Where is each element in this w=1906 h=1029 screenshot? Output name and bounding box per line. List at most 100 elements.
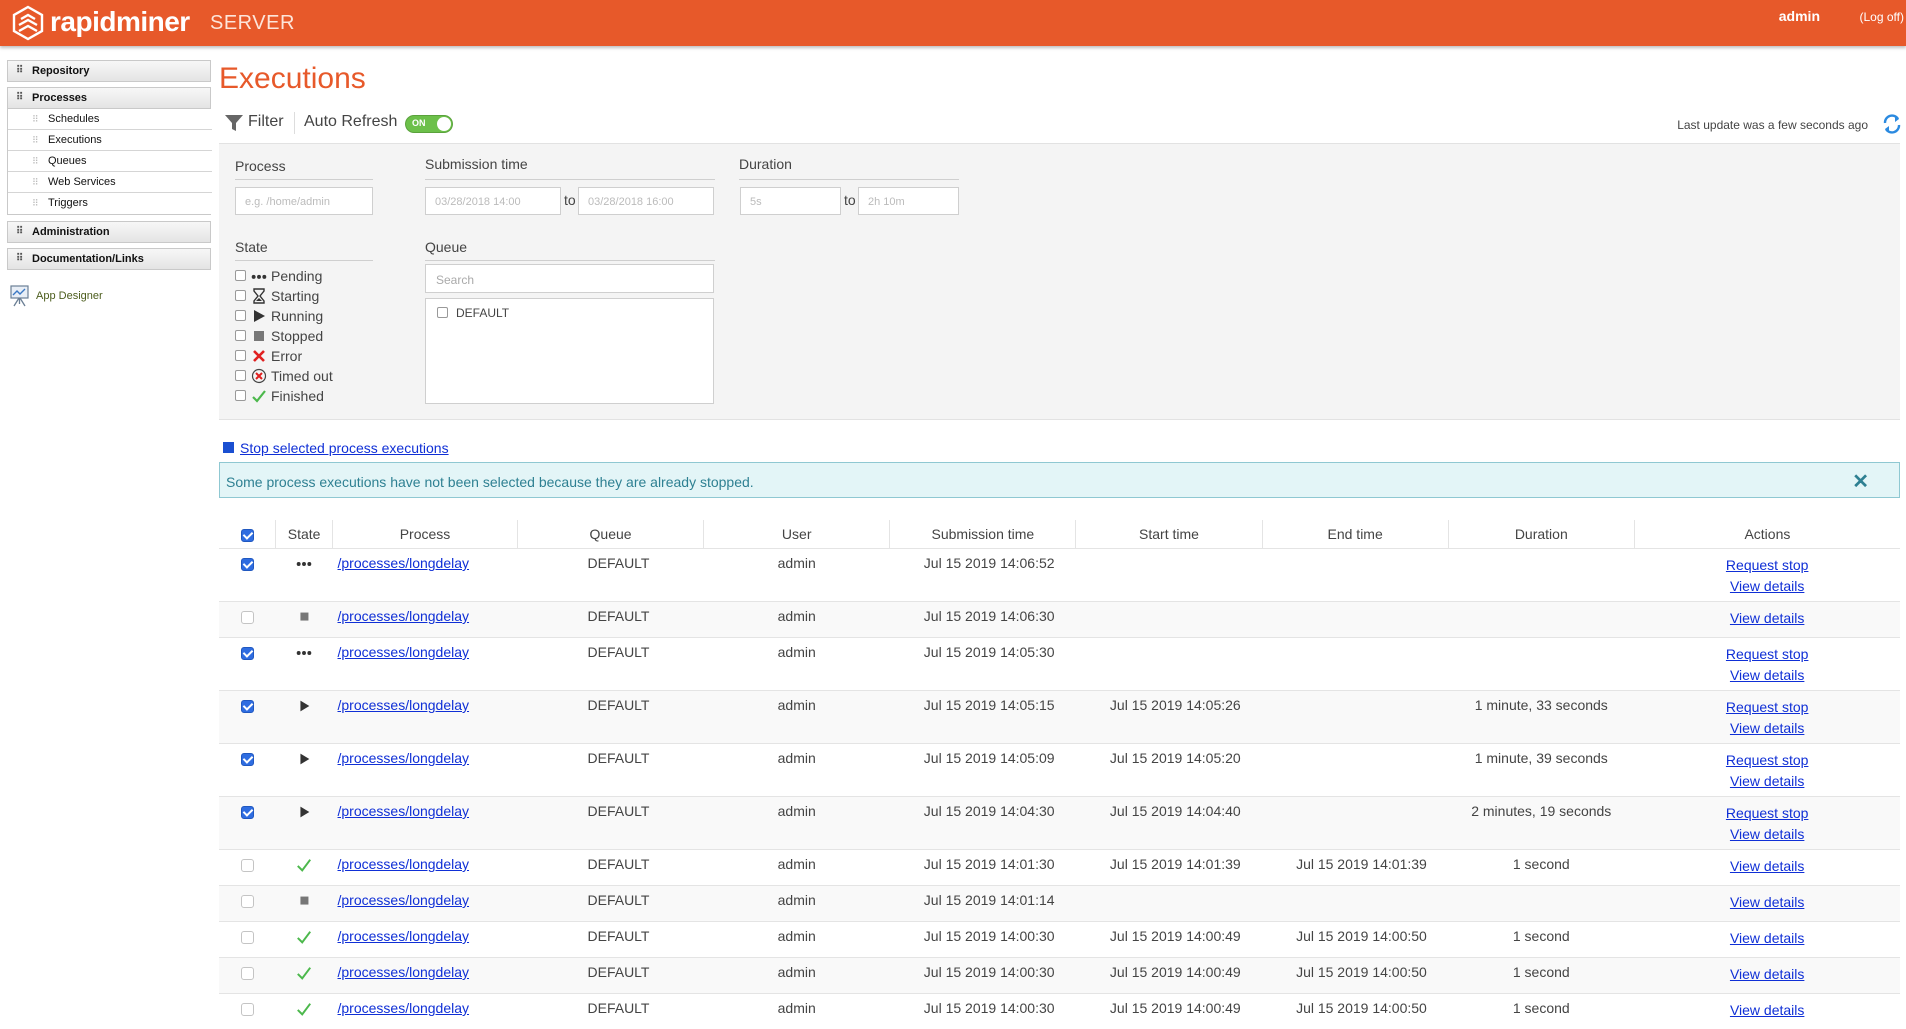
filter-toggle[interactable]: Filter <box>248 113 284 131</box>
state-checkbox[interactable] <box>235 350 246 361</box>
process-link[interactable]: /processes/longdelay <box>338 856 470 872</box>
row-checkbox[interactable] <box>241 647 254 660</box>
row-checkbox[interactable] <box>241 611 254 624</box>
table-row: /processes/longdelayDEFAULTadminJul 15 2… <box>219 691 1900 744</box>
process-link[interactable]: /processes/longdelay <box>338 964 470 980</box>
auto-refresh-toggle[interactable]: ON <box>405 115 453 133</box>
row-checkbox[interactable] <box>241 558 254 571</box>
sidebar-documentation[interactable]: ⠿ Documentation/Links <box>7 248 211 270</box>
submission-time-cell: Jul 15 2019 14:05:30 <box>890 638 1076 691</box>
process-link[interactable]: /processes/longdelay <box>338 1000 470 1016</box>
row-checkbox[interactable] <box>241 753 254 766</box>
view-details-link[interactable]: View details <box>1634 964 1900 985</box>
state-cell <box>276 744 333 797</box>
actions-cell: View details <box>1634 886 1900 922</box>
refresh-icon[interactable] <box>1881 113 1903 135</box>
request-stop-link[interactable]: Request stop <box>1634 803 1900 824</box>
state-option-timed-out[interactable]: Timed out <box>235 366 395 386</box>
process-link[interactable]: /processes/longdelay <box>338 644 470 660</box>
stop-selected-link[interactable]: Stop selected process executions <box>240 440 449 456</box>
view-details-link[interactable]: View details <box>1634 576 1900 597</box>
view-details-link[interactable]: View details <box>1634 608 1900 629</box>
state-option-error[interactable]: Error <box>235 346 395 366</box>
column-header-state[interactable]: State <box>276 520 333 549</box>
select-all-checkbox[interactable] <box>241 529 254 542</box>
rapidminer-logo-icon[interactable] <box>8 4 48 42</box>
process-cell: /processes/longdelay <box>333 691 518 744</box>
column-header-duration[interactable]: Duration <box>1448 520 1634 549</box>
submission-to-input[interactable]: 03/28/2018 16:00 <box>578 187 714 215</box>
sidebar-item-triggers[interactable]: ⠿Triggers <box>8 193 212 214</box>
state-checkbox[interactable] <box>235 370 246 381</box>
view-details-link[interactable]: View details <box>1634 928 1900 949</box>
duration-to-input[interactable]: 2h 10m <box>858 187 959 215</box>
sidebar-item-queues[interactable]: ⠿Queues <box>8 151 212 172</box>
state-checkbox[interactable] <box>235 310 246 321</box>
process-link[interactable]: /processes/longdelay <box>338 608 470 624</box>
row-checkbox[interactable] <box>241 859 254 872</box>
process-link[interactable]: /processes/longdelay <box>338 555 470 571</box>
sidebar-processes-label: Processes <box>32 92 87 104</box>
sidebar-processes[interactable]: ⠿ Processes <box>7 87 211 109</box>
sidebar-repository[interactable]: ⠿ Repository <box>7 60 211 82</box>
sidebar-item-schedules[interactable]: ⠿Schedules <box>8 109 212 130</box>
state-option-stopped[interactable]: Stopped <box>235 326 395 346</box>
state-option-finished[interactable]: Finished <box>235 386 395 406</box>
process-link[interactable]: /processes/longdelay <box>338 803 470 819</box>
process-filter-label: Process <box>235 158 286 174</box>
row-checkbox[interactable] <box>241 1003 254 1016</box>
process-filter-input[interactable]: e.g. /home/admin <box>235 187 373 215</box>
state-option-pending[interactable]: Pending <box>235 266 395 286</box>
column-header-submission-time[interactable]: Submission time <box>890 520 1076 549</box>
state-checkbox[interactable] <box>235 330 246 341</box>
column-header-start-time[interactable]: Start time <box>1076 520 1262 549</box>
view-details-link[interactable]: View details <box>1634 892 1900 913</box>
process-link[interactable]: /processes/longdelay <box>338 750 470 766</box>
column-header-queue[interactable]: Queue <box>518 520 704 549</box>
logoff-link[interactable]: (Log off) <box>1860 10 1904 24</box>
view-details-link[interactable]: View details <box>1634 1000 1900 1021</box>
process-link[interactable]: /processes/longdelay <box>338 892 470 908</box>
submission-from-input[interactable]: 03/28/2018 14:00 <box>425 187 561 215</box>
row-checkbox[interactable] <box>241 895 254 908</box>
play-icon <box>295 698 313 714</box>
request-stop-link[interactable]: Request stop <box>1634 750 1900 771</box>
process-link[interactable]: /processes/longdelay <box>338 928 470 944</box>
view-details-link[interactable]: View details <box>1634 718 1900 739</box>
start-time-cell <box>1076 549 1262 602</box>
app-designer-link[interactable]: App Designer <box>7 284 211 310</box>
state-checkbox[interactable] <box>235 290 246 301</box>
sidebar-administration[interactable]: ⠿ Administration <box>7 221 211 243</box>
filter-funnel-icon[interactable] <box>224 113 244 133</box>
row-checkbox[interactable] <box>241 967 254 980</box>
duration-from-input[interactable]: 5s <box>740 187 841 215</box>
column-header-user[interactable]: User <box>704 520 890 549</box>
brand-name[interactable]: rapidminer <box>50 6 190 38</box>
state-option-label: Stopped <box>271 328 323 344</box>
state-option-running[interactable]: Running <box>235 306 395 326</box>
sidebar-item-web-services[interactable]: ⠿Web Services <box>8 172 212 193</box>
request-stop-link[interactable]: Request stop <box>1634 555 1900 576</box>
request-stop-link[interactable]: Request stop <box>1634 644 1900 665</box>
view-details-link[interactable]: View details <box>1634 665 1900 686</box>
sidebar-item-executions[interactable]: ⠿Executions <box>8 130 212 151</box>
view-details-link[interactable]: View details <box>1634 771 1900 792</box>
column-header-end-time[interactable]: End time <box>1262 520 1448 549</box>
view-details-link[interactable]: View details <box>1634 856 1900 877</box>
request-stop-link[interactable]: Request stop <box>1634 697 1900 718</box>
duration-cell: 1 minute, 39 seconds <box>1448 744 1634 797</box>
view-details-link[interactable]: View details <box>1634 824 1900 845</box>
column-header-process[interactable]: Process <box>333 520 518 549</box>
duration-cell: 1 second <box>1448 994 1634 1029</box>
state-option-starting[interactable]: Starting <box>235 286 395 306</box>
queue-checkbox[interactable] <box>437 307 448 318</box>
process-link[interactable]: /processes/longdelay <box>338 697 470 713</box>
row-checkbox[interactable] <box>241 806 254 819</box>
state-checkbox[interactable] <box>235 270 246 281</box>
row-checkbox[interactable] <box>241 931 254 944</box>
row-checkbox[interactable] <box>241 700 254 713</box>
close-icon[interactable]: ✕ <box>1852 469 1869 494</box>
queue-search-input[interactable]: Search <box>425 264 714 293</box>
state-checkbox[interactable] <box>235 390 246 401</box>
user-cell: admin <box>704 744 890 797</box>
